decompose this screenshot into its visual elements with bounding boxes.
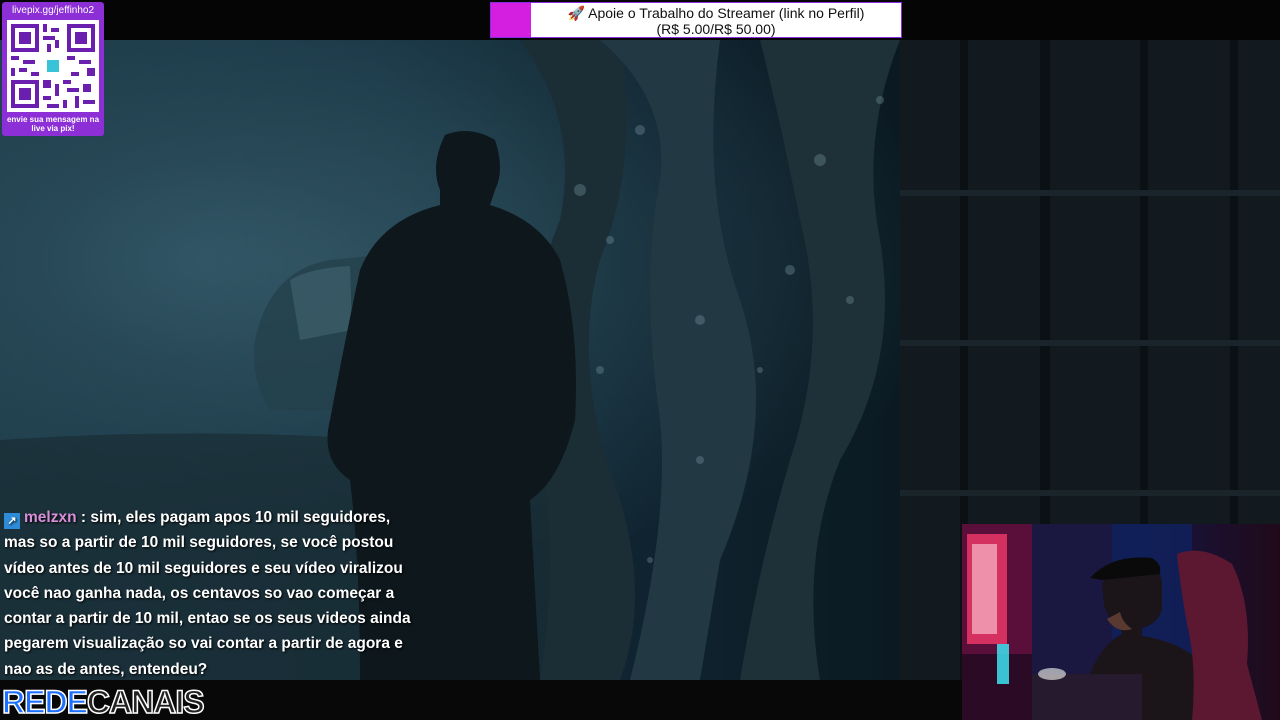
qr-code-icon [7,20,99,112]
logo-part-canais: CANAIS [86,683,205,720]
pix-message: envie sua mensagem na live via pix! [6,115,100,133]
webcam-illustration [962,524,1262,720]
pix-qr-panel: livepix.gg/jeffinho2 envie sua mensagem … [2,2,104,136]
donation-title: 🚀 Apoie o Trabalho do Streamer (link no … [567,5,865,21]
prime-badge-icon: ↗ [4,513,20,529]
chat-separator: : [80,509,87,526]
donation-text: 🚀 Apoie o Trabalho do Streamer (link no … [531,3,901,37]
redecanais-logo: REDECANAIS [1,683,205,720]
donation-accent [491,3,531,37]
logo-part-rede: REDE [1,683,88,720]
donation-progress: (R$ 5.00/R$ 50.00) [656,21,776,37]
pix-url: livepix.gg/jeffinho2 [11,5,95,16]
donation-goal-banner: 🚀 Apoie o Trabalho do Streamer (link no … [490,2,902,38]
chat-text: sim, eles pagam apos 10 mil seguidores, … [4,509,411,678]
webcam-feed [962,524,1280,720]
chat-username: melzxn [24,509,77,526]
qr-code [7,20,99,112]
chat-message: ↗ melzxn : sim, eles pagam apos 10 mil se… [4,505,424,682]
